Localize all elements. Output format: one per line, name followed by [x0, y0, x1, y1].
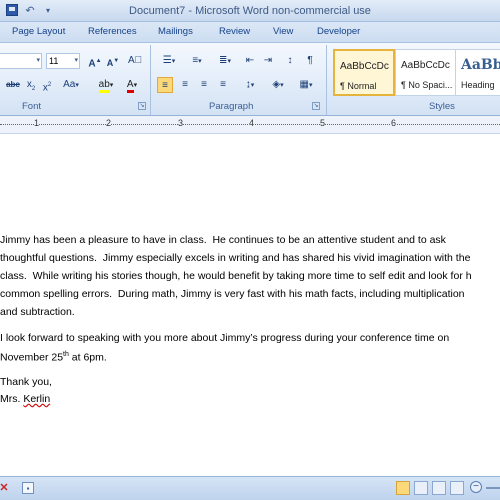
signature-line: Mrs. Kerlin	[0, 391, 500, 409]
tab-references[interactable]: References	[88, 26, 137, 37]
styles-group-label: Styles	[429, 101, 455, 112]
document-page[interactable]: Jimmy has been a pleasure to have in cla…	[0, 134, 500, 476]
status-bar: ✕ ▪ −	[0, 476, 500, 500]
signature-prefix: Mrs.	[0, 393, 24, 405]
date-text: November 25	[0, 351, 64, 364]
style-name: ¶ Normal	[340, 81, 377, 91]
tab-mailings[interactable]: Mailings	[158, 26, 193, 37]
bullets-button[interactable]: ☰▾	[156, 53, 182, 69]
zoom-slider[interactable]	[486, 487, 500, 489]
numbering-button[interactable]: ≡▾	[184, 53, 210, 69]
tab-review[interactable]: Review	[219, 26, 250, 37]
tab-page-layout[interactable]: Page Layout	[12, 26, 65, 37]
zoom-out-icon[interactable]: −	[470, 481, 482, 493]
closing-line: Thank you,	[0, 376, 52, 388]
web-layout-view-icon[interactable]	[432, 481, 446, 495]
body-line: November 25th at 6pm.	[0, 346, 500, 367]
justify-button[interactable]: ≡	[215, 77, 231, 93]
ruler-number: 1	[34, 118, 40, 128]
ribbon: ▾ 11 ▾ A▲ A▼ A⃠ abc x2 x2 Aa▾ ab▾ A▾ Font…	[0, 42, 500, 116]
align-left-button[interactable]: ≡	[157, 77, 173, 93]
decrease-indent-button[interactable]: ⇤	[242, 53, 258, 69]
paragraph-dialog-launcher-icon[interactable]: ↘	[312, 102, 320, 110]
font-dialog-launcher-icon[interactable]: ↘	[138, 102, 146, 110]
style-sample: AaBbCcDc	[401, 60, 450, 71]
horizontal-ruler[interactable]: 1 2 3 4 5 6	[0, 116, 500, 134]
align-center-button[interactable]: ≡	[177, 77, 193, 93]
sort-button[interactable]: ↕	[282, 53, 298, 69]
body-line: common spelling errors. During math, Jim…	[0, 288, 465, 300]
ruler-number: 6	[391, 118, 397, 128]
multilevel-list-button[interactable]: ≣▾	[212, 53, 238, 69]
group-separator	[326, 45, 327, 115]
style-name: ¶ No Spaci...	[401, 80, 453, 90]
draft-view-icon[interactable]	[450, 481, 464, 495]
paragraph-group-label: Paragraph	[209, 101, 254, 112]
font-group-label: Font	[22, 101, 42, 112]
body-line: Jimmy has been a pleasure to have in cla…	[0, 234, 446, 246]
font-name-dropdown[interactable]: ▾	[0, 53, 42, 69]
strikethrough-button[interactable]: abc	[4, 77, 22, 93]
tab-developer[interactable]: Developer	[317, 26, 360, 37]
clear-formatting-icon[interactable]: A⃠	[128, 53, 142, 69]
style-heading[interactable]: AaBbC Heading	[455, 49, 500, 96]
time-text: at 6pm.	[68, 351, 107, 364]
style-no-spacing[interactable]: AaBbCcDc ¶ No Spaci...	[395, 49, 457, 96]
shrink-font-button[interactable]: A▼	[106, 53, 120, 69]
tab-view[interactable]: View	[273, 26, 293, 37]
body-line: thoughtful questions. Jimmy especially e…	[0, 252, 471, 264]
font-size-dropdown[interactable]: 11 ▾	[46, 53, 80, 69]
highlight-color-button[interactable]: ab▾	[95, 77, 117, 93]
font-color-button[interactable]: A▾	[121, 77, 143, 93]
title-bar: ↶ ▾ Document7 - Microsoft Word non-comme…	[0, 0, 500, 22]
body-line: class. While writing his stories though,…	[0, 270, 472, 282]
grow-font-button[interactable]: A▲	[88, 53, 102, 69]
body-line: I look forward to speaking with you more…	[0, 332, 450, 344]
ruler-number: 3	[178, 118, 184, 128]
borders-button[interactable]: ▦▾	[294, 77, 318, 93]
body-line: and subtraction.	[0, 306, 75, 318]
shading-button[interactable]: ◈▾	[266, 77, 290, 93]
ribbon-tabs: Page Layout References Mailings Review V…	[0, 22, 500, 44]
style-sample: AaBbCcDc	[340, 61, 389, 72]
ruler-number: 4	[249, 118, 255, 128]
window-title: Document7 - Microsoft Word non-commercia…	[129, 5, 371, 17]
style-sample: AaBbC	[461, 57, 500, 73]
ruler-number: 2	[106, 118, 112, 128]
show-formatting-marks-button[interactable]: ¶	[302, 53, 318, 69]
macro-record-icon[interactable]: ▪	[22, 482, 34, 494]
group-separator	[150, 45, 151, 115]
spelling-check-icon[interactable]: ✕	[0, 482, 10, 494]
line-spacing-button[interactable]: ↨▾	[238, 77, 262, 93]
style-name: Heading	[461, 80, 495, 90]
superscript-button[interactable]: x2	[41, 77, 53, 93]
signature-name: Kerlin	[23, 393, 51, 405]
print-layout-view-icon[interactable]	[396, 481, 410, 495]
align-right-button[interactable]: ≡	[196, 77, 212, 93]
increase-indent-button[interactable]: ⇥	[260, 53, 276, 69]
change-case-button[interactable]: Aa▾	[60, 77, 82, 93]
ruler-number: 5	[320, 118, 326, 128]
full-screen-reading-view-icon[interactable]	[414, 481, 428, 495]
style-normal[interactable]: AaBbCcDc ¶ Normal	[333, 49, 395, 96]
subscript-button[interactable]: x2	[25, 77, 37, 93]
